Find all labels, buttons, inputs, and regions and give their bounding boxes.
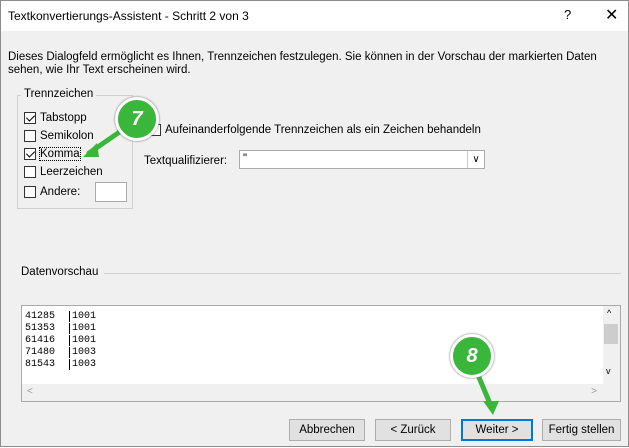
description-text: Dieses Dialogfeld ermöglicht es Ihnen, T… bbox=[8, 51, 597, 76]
table-cell: 1003 bbox=[72, 359, 97, 370]
next-button[interactable]: Weiter > bbox=[461, 419, 533, 441]
text-qualifier-value: " bbox=[243, 153, 248, 165]
checkbox-label: Andere: bbox=[40, 186, 81, 198]
title-bar: Textkonvertierungs-Assistent - Schritt 2… bbox=[1, 1, 628, 31]
divider bbox=[104, 273, 621, 274]
checkbox-box[interactable] bbox=[24, 112, 36, 124]
text-import-wizard-dialog: Textkonvertierungs-Assistent - Schritt 2… bbox=[0, 0, 629, 447]
checkbox-box[interactable] bbox=[24, 166, 36, 178]
checkbox-label: Semikolon bbox=[40, 130, 94, 142]
scrollbar-corner bbox=[603, 384, 620, 401]
checkbox-box[interactable] bbox=[24, 148, 36, 160]
checkbox-label: Aufeinanderfolgende Trennzeichen als ein… bbox=[165, 124, 481, 136]
horizontal-scrollbar[interactable]: < > bbox=[22, 384, 605, 401]
chevron-down-icon[interactable]: ∨ bbox=[467, 151, 484, 168]
delimiter-semicolon-checkbox[interactable]: Semikolon bbox=[24, 128, 94, 144]
consecutive-delimiters-checkbox[interactable]: Aufeinanderfolgende Trennzeichen als ein… bbox=[149, 124, 481, 136]
table-row: 51353 1001 bbox=[22, 323, 96, 335]
delimiter-comma-checkbox[interactable]: Komma bbox=[24, 146, 81, 162]
table-cell: 1001 bbox=[72, 323, 97, 334]
data-preview-panel[interactable]: 41285 1001 51353 1001 61416 1001 71480 1003 … bbox=[21, 305, 621, 402]
data-preview-label: Datenvorschau bbox=[21, 266, 99, 278]
window-title: Textkonvertierungs-Assistent - Schritt 2… bbox=[8, 9, 249, 23]
scroll-right-icon[interactable]: > bbox=[591, 386, 597, 397]
table-row: 81543 1003 bbox=[22, 359, 96, 371]
table-row: 61416 1001 bbox=[22, 335, 96, 347]
other-delimiter-input[interactable] bbox=[95, 182, 127, 202]
checkbox-label: Leerzeichen bbox=[40, 166, 103, 178]
delimiter-space-checkbox[interactable]: Leerzeichen bbox=[24, 164, 103, 180]
table-cell: 71480 bbox=[22, 347, 70, 358]
delimiter-tab-checkbox[interactable]: Tabstopp bbox=[24, 110, 87, 126]
table-cell: 1001 bbox=[72, 311, 97, 322]
checkbox-box[interactable] bbox=[24, 130, 36, 142]
finish-button[interactable]: Fertig stellen bbox=[542, 419, 621, 441]
step-badge-7: 7 bbox=[115, 97, 159, 141]
table-cell: 51353 bbox=[22, 323, 70, 334]
checkbox-label: Komma bbox=[39, 147, 81, 161]
preview-table: 41285 1001 51353 1001 61416 1001 71480 1003 … bbox=[22, 311, 96, 371]
cancel-button[interactable]: Abbrechen bbox=[289, 419, 365, 441]
vertical-scrollbar[interactable]: ^ v bbox=[603, 306, 620, 384]
table-cell: 1003 bbox=[72, 347, 97, 358]
scroll-down-icon[interactable]: v bbox=[606, 366, 611, 376]
scroll-left-icon[interactable]: < bbox=[27, 386, 33, 397]
back-button[interactable]: < Zurück bbox=[375, 419, 451, 441]
checkbox-label: Tabstopp bbox=[40, 112, 87, 124]
help-button[interactable]: ? bbox=[564, 7, 571, 22]
step-badge-8: 8 bbox=[450, 334, 494, 378]
table-row: 71480 1003 bbox=[22, 347, 96, 359]
table-cell: 1001 bbox=[72, 335, 97, 346]
arrow-head-8 bbox=[483, 401, 499, 415]
scroll-thumb[interactable] bbox=[604, 324, 618, 344]
text-qualifier-select[interactable]: " ∨ bbox=[239, 150, 485, 169]
text-qualifier-label: Textqualifizierer: bbox=[144, 155, 228, 167]
checkbox-box[interactable] bbox=[24, 186, 36, 198]
table-cell: 61416 bbox=[22, 335, 70, 346]
delimiters-group-title: Trennzeichen bbox=[21, 88, 97, 100]
table-cell: 41285 bbox=[22, 311, 70, 322]
table-cell: 81543 bbox=[22, 359, 70, 370]
scroll-up-icon[interactable]: ^ bbox=[607, 308, 611, 318]
delimiter-other-checkbox[interactable]: Andere: bbox=[24, 184, 80, 200]
table-row: 41285 1001 bbox=[22, 311, 96, 323]
close-button[interactable]: ✕ bbox=[605, 5, 618, 25]
